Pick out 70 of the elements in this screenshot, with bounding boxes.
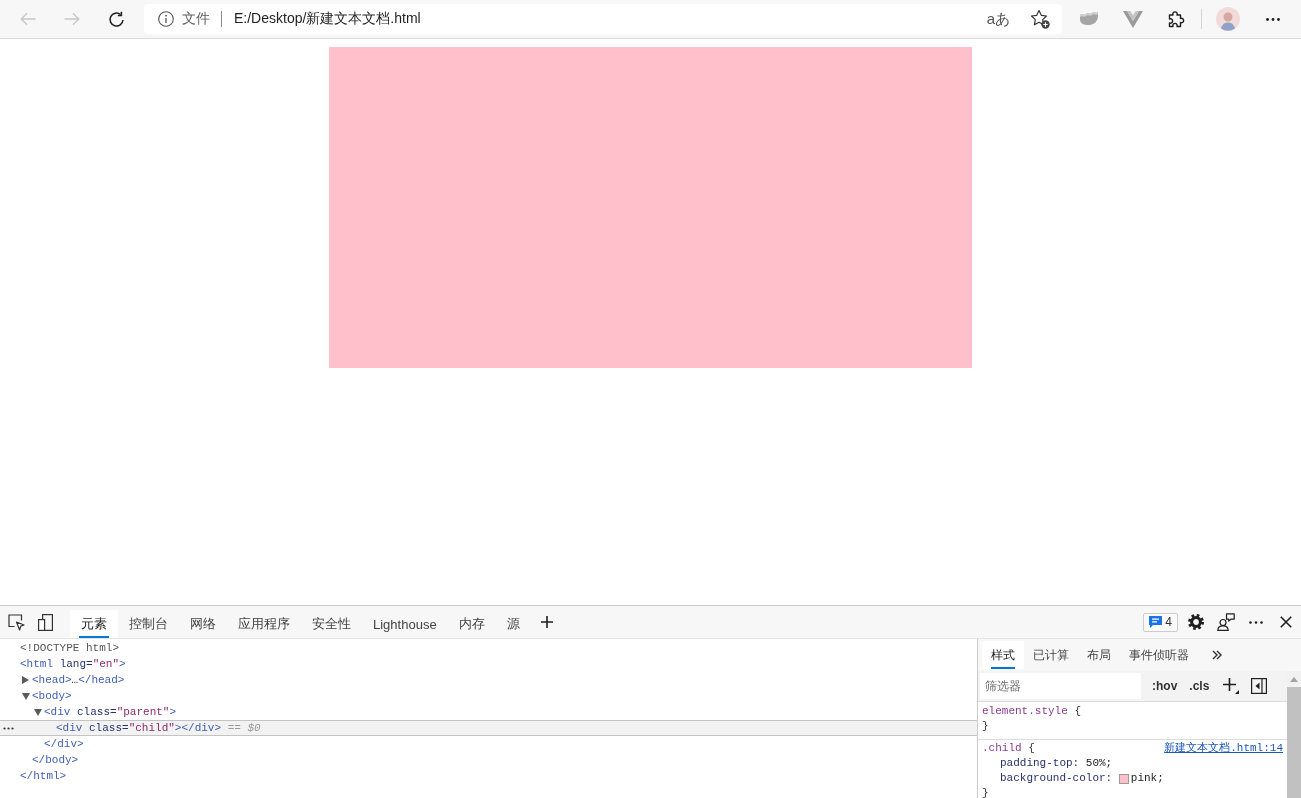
css-selector: element.style { [982, 704, 1082, 719]
bowl-icon [1079, 10, 1099, 28]
sidebar-toggle-button[interactable] [1251, 678, 1268, 694]
chat-icon [1149, 616, 1163, 628]
panel-tab[interactable]: 应用程序 [227, 610, 301, 638]
sidebar-tab[interactable]: 样式 [982, 641, 1024, 669]
closing-brace: } [982, 720, 989, 732]
forward-arrow-icon [64, 12, 80, 26]
plus-icon [540, 616, 553, 628]
address-bar[interactable]: 文件 E:/Desktop/新建文本文档.html aあ [144, 4, 1062, 34]
dom-line[interactable]: </body> [32, 754, 79, 766]
dom-line[interactable]: <div class="child"></div> == $0 [56, 722, 261, 734]
favorite-button[interactable] [1030, 9, 1050, 29]
avatar-icon [1216, 7, 1240, 31]
plus-icon [1223, 678, 1240, 694]
dom-line[interactable]: </html> [20, 770, 67, 782]
dom-line[interactable]: <body> [32, 690, 72, 702]
feedback-button[interactable] [1214, 610, 1238, 634]
device-icon [37, 613, 53, 631]
gear-icon [1188, 614, 1204, 630]
info-icon[interactable] [158, 11, 174, 27]
panel-tab[interactable]: 元素 [70, 610, 118, 638]
close-icon [1280, 616, 1292, 628]
more-icon[interactable] [3, 727, 14, 730]
sidebar-tab[interactable]: 事件侦听器 [1120, 641, 1198, 669]
filter-field[interactable]: 筛选器 [980, 673, 1141, 699]
panel-tab[interactable]: 源 [495, 610, 531, 638]
dom-line[interactable]: <html lang="en"> [20, 658, 126, 670]
puzzle-icon [1168, 10, 1186, 28]
dom-line[interactable]: <!DOCTYPE html> [20, 642, 120, 654]
panel-tab[interactable]: Lighthouse [362, 610, 448, 638]
caret-right-icon[interactable] [22, 676, 29, 684]
sidebar-tab[interactable]: 布局 [1078, 641, 1120, 669]
property-value: 50%; [1085, 756, 1113, 771]
person-bubble-icon [1217, 613, 1235, 631]
new-rule-button[interactable] [1223, 678, 1240, 694]
star-plus-icon [1030, 9, 1050, 29]
more-tabs-button[interactable] [1212, 650, 1222, 660]
hover-state-button[interactable]: :hov [1152, 679, 1178, 693]
more-icon [1266, 17, 1280, 21]
sidebar-toggle-icon [1251, 678, 1268, 694]
back-arrow-icon [20, 12, 36, 26]
v-shape-icon [1123, 10, 1143, 28]
css-selector: .child { [982, 741, 1035, 756]
security-label: 文件 [182, 10, 210, 28]
class-toggle-button[interactable]: .cls [1189, 679, 1210, 693]
property-value: pink; [1130, 771, 1164, 786]
caret-down-icon[interactable] [34, 708, 42, 716]
dom-line[interactable]: </div> [44, 738, 84, 750]
dom-line[interactable]: <head>…</head> [32, 674, 125, 686]
panel-tab[interactable]: 安全性 [301, 610, 362, 638]
more-icon [1249, 620, 1263, 624]
issues-button[interactable]: 4 [1143, 612, 1178, 632]
source-link[interactable]: 新建文本文档.html:14 [1164, 741, 1283, 756]
url-text: E:/Desktop/新建文本文档.html [234, 10, 421, 28]
selected-row-background[interactable]: <div class="child"></div> == $0 [0, 720, 977, 736]
double-chevron-icon [1212, 650, 1222, 660]
panel-tab[interactable]: 内存 [447, 610, 496, 638]
panel-tab[interactable]: 控制台 [118, 610, 179, 638]
property-name: padding-top: [1000, 756, 1080, 771]
translate-button[interactable]: aあ [984, 7, 1012, 31]
inspect-icon [7, 613, 25, 631]
refresh-icon [107, 10, 125, 28]
color-swatch-icon[interactable] [1118, 773, 1129, 784]
property-name: background-color: [1000, 771, 1113, 786]
sidebar-tab[interactable]: 已计算 [1024, 641, 1078, 669]
panel-tab[interactable]: 网络 [179, 610, 227, 638]
caret-down-icon[interactable] [22, 692, 30, 700]
dom-line[interactable]: <div class="parent"> [44, 706, 177, 718]
closing-brace: } [982, 787, 989, 798]
